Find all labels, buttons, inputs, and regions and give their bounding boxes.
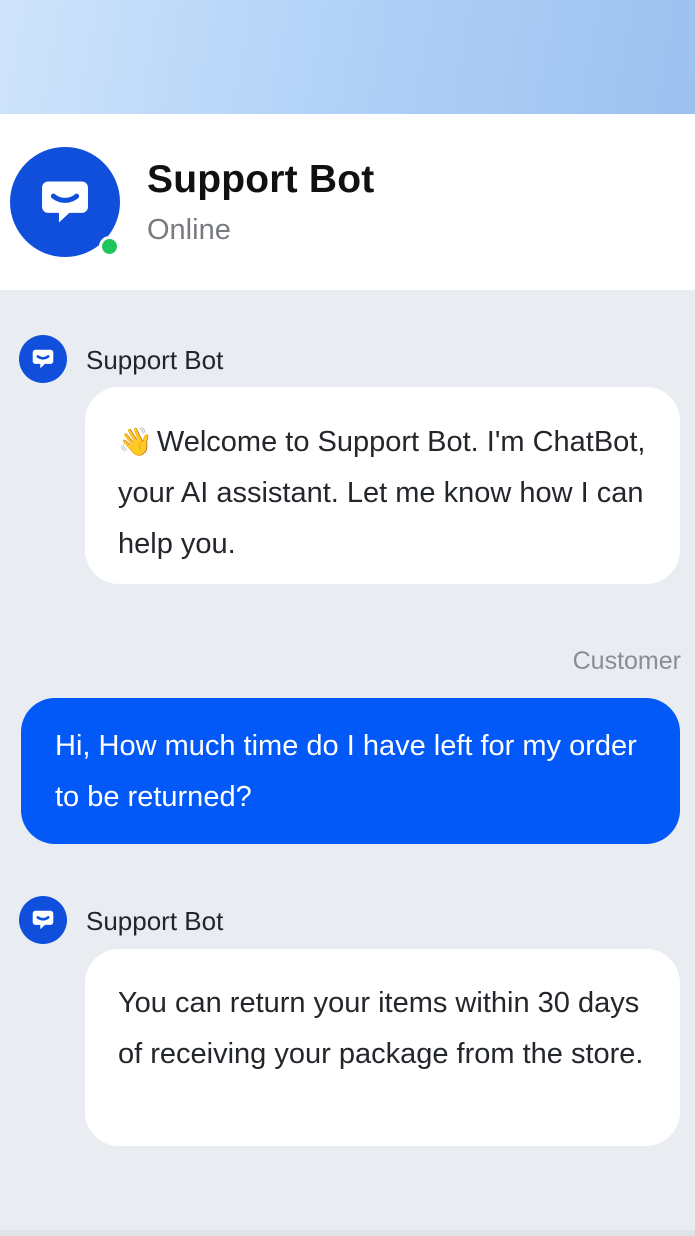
message-text: You can return your items within 30 days… <box>118 987 644 1070</box>
top-banner <box>0 0 695 114</box>
chat-bubble-icon <box>32 349 54 369</box>
bot-message-bubble: You can return your items within 30 days… <box>85 949 680 1146</box>
online-status-dot <box>99 236 120 257</box>
chat-bubble-icon <box>42 181 88 223</box>
message-text: Welcome to Support Bot. I'm ChatBot, you… <box>118 426 646 560</box>
page-title: Support Bot <box>147 158 375 201</box>
customer-message-bubble: Hi, How much time do I have left for my … <box>21 698 680 844</box>
status-text: Online <box>147 214 231 246</box>
message-sender-name: Customer <box>572 647 681 675</box>
message-text: Hi, How much time do I have left for my … <box>55 730 637 813</box>
message-sender-name: Support Bot <box>86 906 224 936</box>
waving-hand-emoji: 👋 <box>118 426 153 457</box>
bottom-edge <box>0 1230 695 1236</box>
bot-avatar-small <box>19 335 67 383</box>
bot-message-bubble: 👋 Welcome to Support Bot. I'm ChatBot, yo… <box>85 387 680 584</box>
chat-header: Support Bot Online <box>0 114 695 290</box>
message-sender-name: Support Bot <box>86 345 224 375</box>
chat-bubble-icon <box>32 910 54 930</box>
bot-avatar-small <box>19 896 67 944</box>
